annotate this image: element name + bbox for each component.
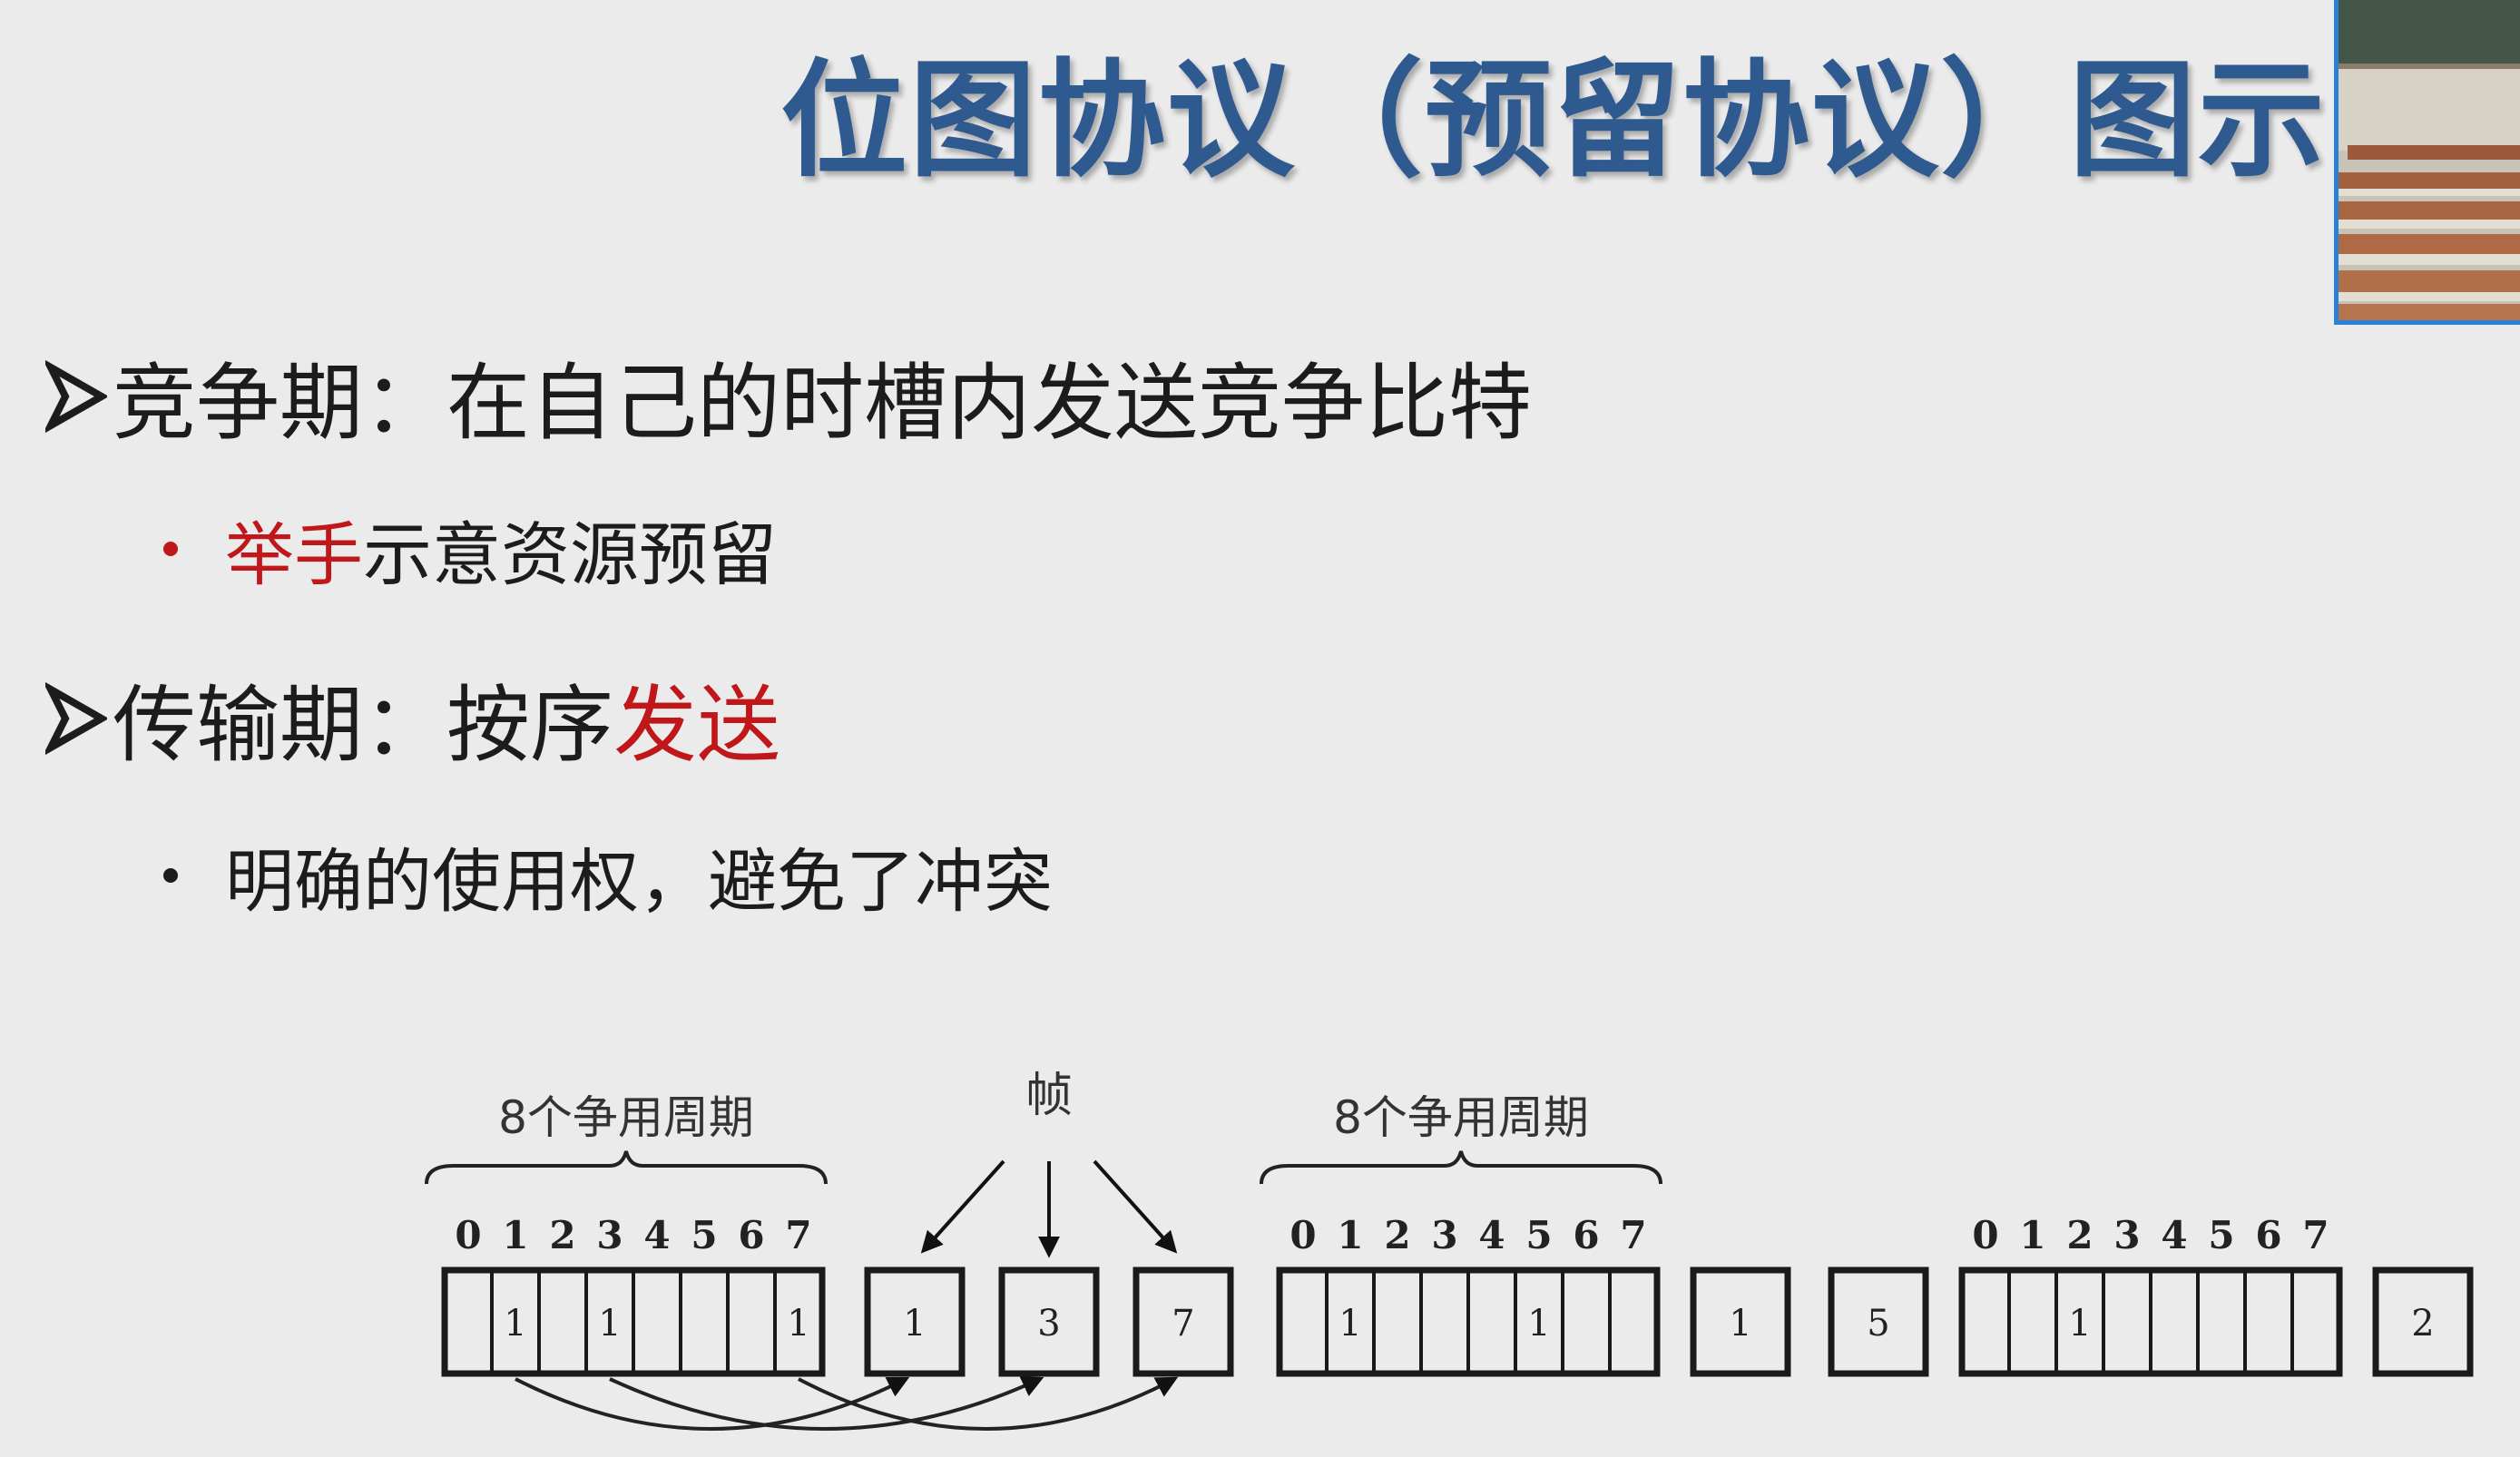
bullet-dot-icon xyxy=(163,542,178,556)
brace xyxy=(1260,1150,1662,1185)
webcam-thumbnail[interactable] xyxy=(2334,0,2520,325)
bullet-transmission-period: 传输期：按序 发送 xyxy=(45,658,780,778)
slot-number: 4 xyxy=(1478,1213,1505,1257)
frame-pointer-arrow xyxy=(1093,1159,1178,1254)
bullet-contention-period: 竞争期：在自己的时槽内发送竞争比特 xyxy=(45,336,1532,456)
reservation-curve-arrow xyxy=(798,1376,1179,1431)
frame-label: 7 xyxy=(1172,1303,1194,1345)
frames-label: 帧 xyxy=(1025,1069,1073,1123)
slot-number: 6 xyxy=(738,1213,764,1257)
slot-number: 7 xyxy=(785,1213,811,1257)
slot-number: 6 xyxy=(2255,1213,2281,1257)
slot-number: 2 xyxy=(549,1213,575,1257)
frame-label: 3 xyxy=(1037,1303,1060,1345)
bullet-text: 示意资源预留 xyxy=(363,514,777,595)
slot-number: 6 xyxy=(1573,1213,1599,1257)
slide: 位图协议（预留协议）图示 竞争期：在自己的时槽内发送竞争比特 举手 示意资源预留… xyxy=(0,0,2520,1457)
reservation-curve-arrow xyxy=(515,1376,910,1431)
slot-number: 7 xyxy=(2302,1213,2329,1257)
slot-number: 3 xyxy=(1431,1213,1457,1257)
frame-label: 1 xyxy=(1729,1303,1751,1345)
highlight-text: 举手 xyxy=(225,514,363,595)
arrow-bullet-icon xyxy=(45,681,107,755)
slot-number: 4 xyxy=(2161,1213,2187,1257)
bullet-text: 竞争期：在自己的时槽内发送竞争比特 xyxy=(113,355,1533,452)
slot-number: 0 xyxy=(455,1213,481,1257)
highlight-text: 发送 xyxy=(613,677,781,774)
contention-bit: 1 xyxy=(1527,1303,1550,1345)
classroom-image xyxy=(2339,0,2520,320)
slide-title: 位图协议（预留协议）图示 xyxy=(780,47,2328,195)
frame-pointer-arrow xyxy=(920,1159,1005,1254)
sub-bullet-raise-hand: 举手 示意资源预留 xyxy=(163,499,777,599)
bitmap-protocol-diagram: 0 112 314 5 6 718个争用周期1 3 70 112 3 4 516 78个争用周期1 50 1… xyxy=(425,1069,2474,1431)
slot-number: 4 xyxy=(643,1213,670,1257)
contention-bit: 1 xyxy=(2068,1303,2091,1345)
frame-label: 2 xyxy=(2411,1303,2434,1345)
slot-number: 7 xyxy=(1620,1213,1646,1257)
sub-bullet-no-collision: 明确的使用权，避免了冲突 xyxy=(163,826,1053,925)
contention-bit: 1 xyxy=(1338,1303,1361,1345)
slot-number: 1 xyxy=(502,1213,528,1257)
contention-period-label: 8个争用周期 xyxy=(1333,1091,1589,1144)
slot-number: 3 xyxy=(596,1213,623,1257)
slot-number: 2 xyxy=(1384,1213,1410,1257)
contention-bit: 1 xyxy=(787,1303,809,1345)
contention-period-label: 8个争用周期 xyxy=(498,1091,754,1144)
slot-number: 0 xyxy=(1972,1213,1998,1257)
bullet-text: 传输期：按序 xyxy=(113,677,614,774)
slot-number: 1 xyxy=(1337,1213,1363,1257)
slot-number: 5 xyxy=(2208,1213,2234,1257)
brace xyxy=(425,1150,828,1185)
slot-number: 1 xyxy=(2019,1213,2045,1257)
reservation-curve-arrow xyxy=(609,1376,1044,1431)
frame-label: 1 xyxy=(903,1303,926,1345)
bullet-dot-icon xyxy=(163,868,178,883)
frame-label: 5 xyxy=(1867,1303,1889,1345)
contention-bit: 1 xyxy=(598,1303,621,1345)
slot-number: 5 xyxy=(691,1213,717,1257)
slot-number: 2 xyxy=(2066,1213,2093,1257)
slot-number: 3 xyxy=(2113,1213,2140,1257)
slot-number: 5 xyxy=(1525,1213,1552,1257)
slot-number: 0 xyxy=(1289,1213,1316,1257)
contention-bit: 1 xyxy=(504,1303,526,1345)
bullet-text: 明确的使用权，避免了冲突 xyxy=(225,841,1053,922)
arrow-bullet-icon xyxy=(45,359,107,433)
